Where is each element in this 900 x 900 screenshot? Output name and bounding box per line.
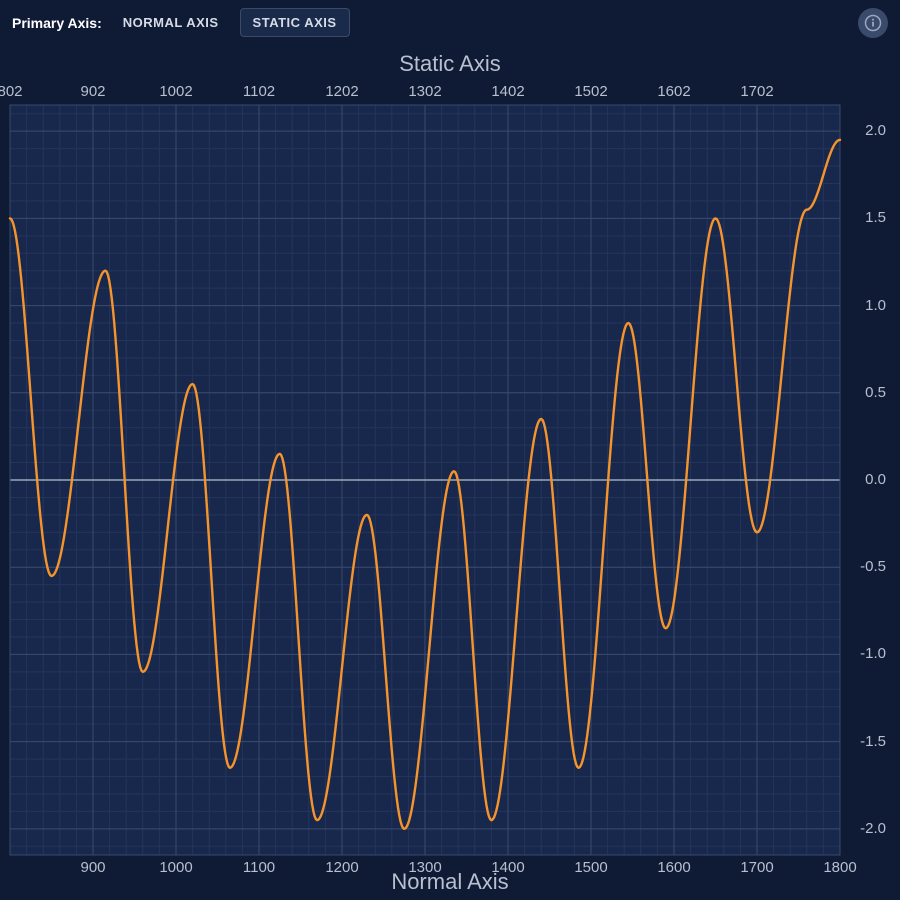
toolbar: Primary Axis: NORMAL AXIS STATIC AXIS	[0, 0, 900, 45]
chart-svg	[0, 45, 900, 897]
primary-axis-label: Primary Axis:	[12, 15, 102, 31]
static-axis-button[interactable]: STATIC AXIS	[240, 8, 350, 37]
info-icon[interactable]	[858, 8, 888, 38]
normal-axis-button[interactable]: NORMAL AXIS	[110, 8, 232, 37]
chart[interactable]: Static Axis Normal Axis 8029021002110212…	[0, 45, 900, 897]
